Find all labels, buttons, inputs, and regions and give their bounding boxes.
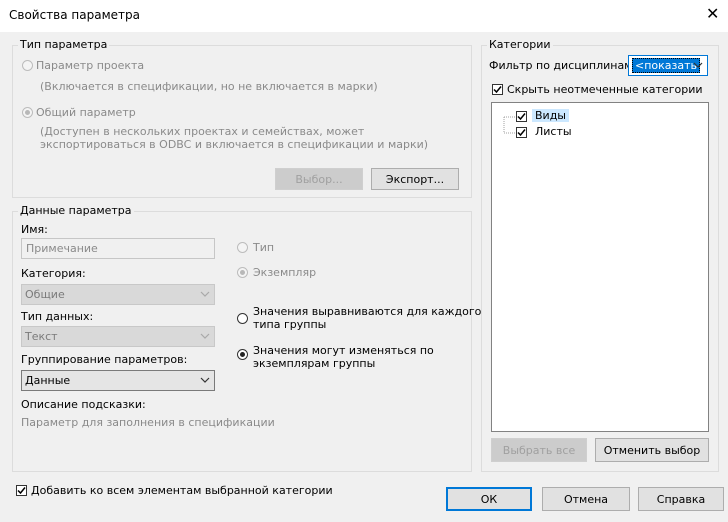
category-select-value: Общие xyxy=(25,288,65,301)
deselect-button[interactable]: Отменить выбор xyxy=(595,438,709,462)
discipline-filter-label: Фильтр по дисциплинам: xyxy=(489,59,637,72)
add-to-all-label: Добавить ко всем элементам выбранной кат… xyxy=(31,484,333,497)
add-to-all-checkbox[interactable] xyxy=(16,485,27,496)
hide-unchecked-label: Скрыть неотмеченные категории xyxy=(507,83,703,96)
chevron-down-icon xyxy=(200,333,210,339)
instance-radio[interactable] xyxy=(237,267,248,278)
data-type-select[interactable]: Текст xyxy=(21,326,215,347)
tree-item-sheets-checkbox[interactable] xyxy=(516,127,527,138)
window-title: Свойства параметра xyxy=(9,8,140,22)
discipline-filter-select[interactable]: <показать xyxy=(628,55,708,76)
tooltip-label: Описание подсказки: xyxy=(21,398,146,411)
project-param-radio[interactable] xyxy=(22,60,33,71)
grouping-label: Группирование параметров: xyxy=(21,353,188,366)
tree-item-sheets-label[interactable]: Листы xyxy=(535,125,572,138)
help-button[interactable]: Справка xyxy=(638,487,724,511)
select-all-button[interactable]: Выбрать все xyxy=(491,438,587,462)
tooltip-value: Параметр для заполнения в спецификации xyxy=(21,416,275,429)
values-vary-label-2: экземплярам группы xyxy=(253,357,376,370)
shared-param-note-2: экспортироваться в ODBC и включается в с… xyxy=(40,138,429,151)
categories-legend: Категории xyxy=(487,38,553,51)
shared-param-note-1: (Доступен в нескольких проектах и семейс… xyxy=(40,125,365,138)
data-type-select-value: Текст xyxy=(25,330,58,343)
cancel-button[interactable]: Отмена xyxy=(542,487,630,511)
checkmark-icon xyxy=(493,86,502,94)
tree-item-views-checkbox[interactable] xyxy=(516,111,527,122)
project-param-label: Параметр проекта xyxy=(36,59,145,72)
tree-item-views-label[interactable]: Виды xyxy=(532,109,569,122)
values-vary-label-1: Значения могут изменяться по xyxy=(253,344,434,357)
name-label: Имя: xyxy=(21,223,48,236)
shared-param-radio[interactable] xyxy=(22,107,33,118)
param-type-legend: Тип параметра xyxy=(18,38,110,51)
grouping-select[interactable]: Данные xyxy=(21,370,215,391)
checkmark-icon xyxy=(517,129,526,137)
type-radio-label: Тип xyxy=(253,241,275,254)
category-select[interactable]: Общие xyxy=(21,284,215,305)
close-icon[interactable]: ✕ xyxy=(706,6,719,22)
project-param-note: (Включается в спецификации, но не включа… xyxy=(40,80,378,93)
values-aligned-label-1: Значения выравниваются для каждого xyxy=(253,305,482,318)
category-tree[interactable]: Виды Листы xyxy=(491,102,709,432)
chevron-down-icon xyxy=(200,291,210,297)
data-type-label: Тип данных: xyxy=(21,310,94,323)
export-button[interactable]: Экспорт... xyxy=(371,168,459,190)
shared-param-label: Общий параметр xyxy=(36,106,136,119)
instance-radio-label: Экземпляр xyxy=(253,266,317,279)
grouping-select-value: Данные xyxy=(25,374,71,387)
chevron-down-icon xyxy=(200,377,210,383)
type-radio[interactable] xyxy=(237,242,248,253)
select-button[interactable]: Выбор... xyxy=(275,168,363,190)
checkmark-icon xyxy=(517,113,526,121)
discipline-filter-value: <показать xyxy=(632,58,701,73)
hide-unchecked-checkbox[interactable] xyxy=(492,84,503,95)
radio-dot xyxy=(25,110,30,115)
radio-dot xyxy=(240,352,245,357)
values-vary-radio[interactable] xyxy=(237,349,248,360)
radio-dot xyxy=(240,270,245,275)
param-data-legend: Данные параметра xyxy=(18,204,134,217)
values-aligned-radio[interactable] xyxy=(237,313,248,324)
category-label: Категория: xyxy=(21,267,86,280)
ok-button[interactable]: ОК xyxy=(446,487,532,511)
name-field[interactable]: Примечание xyxy=(21,238,215,259)
chevron-down-icon xyxy=(693,62,703,68)
checkmark-icon xyxy=(17,487,26,495)
values-aligned-label-2: типа группы xyxy=(253,318,327,331)
